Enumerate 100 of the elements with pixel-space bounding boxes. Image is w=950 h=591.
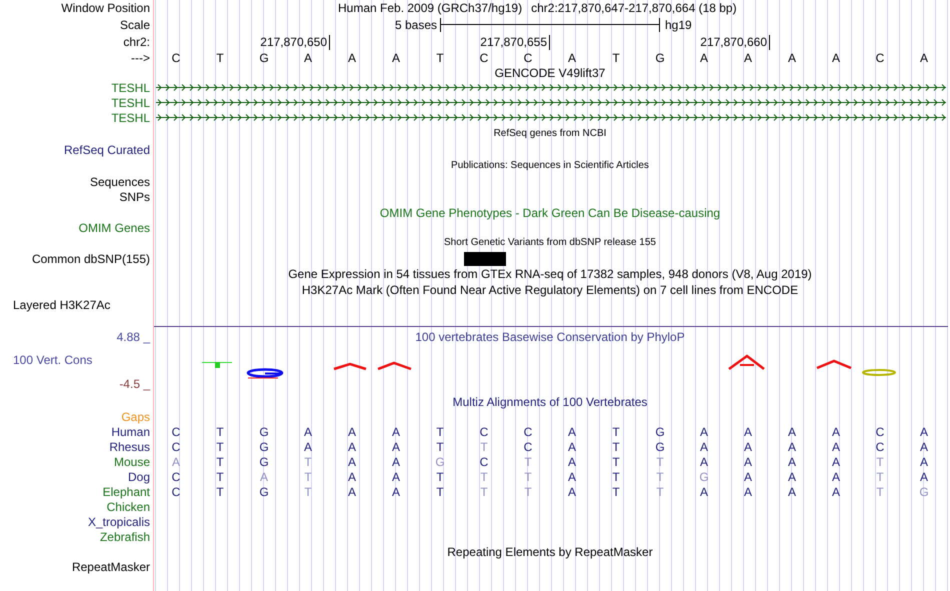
base-letter: T: [303, 484, 313, 498]
track-label: Zebrafish: [100, 530, 150, 544]
base-letter: G: [258, 454, 270, 468]
row-label: --->: [131, 50, 150, 64]
base-letter: A: [346, 440, 357, 454]
base-letter: A: [742, 440, 753, 454]
track-label: TESHL: [111, 110, 150, 124]
base-letter: A: [830, 440, 841, 454]
base-letter: C: [170, 470, 182, 484]
track-label: RefSeq Curated: [64, 142, 150, 156]
base-letter: A: [918, 424, 929, 438]
base-letter: A: [918, 470, 929, 484]
base-letter: A: [258, 470, 269, 484]
base-letter: C: [478, 454, 490, 468]
base-letter: A: [566, 454, 577, 468]
ruler-tick: 217,870,655: [480, 35, 550, 50]
track-title: Gene Expression in 54 tissues from GTEx RNA-seq of 17382 samples, 948 donors (V8, Aug 2019): [287, 267, 813, 281]
base-letter: A: [830, 424, 841, 438]
base-letter: A: [302, 424, 313, 438]
track-label: Common dbSNP(155): [32, 252, 150, 266]
row-label: Scale: [120, 18, 150, 32]
base-letter: G: [258, 484, 270, 498]
base-letter: T: [523, 470, 533, 484]
base-letter: T: [523, 484, 533, 498]
base-letter: A: [390, 424, 401, 438]
track-label: OMIM Genes: [78, 221, 150, 235]
base-letter: C: [874, 424, 886, 438]
track-title: 100 vertebrates Basewise Conservation by PhyloP: [414, 329, 686, 346]
variant-feature[interactable]: [464, 252, 506, 266]
base-letter: A: [786, 440, 797, 454]
base-letter: A: [170, 454, 181, 468]
base-letter: A: [302, 440, 313, 454]
base-letter: A: [346, 454, 357, 468]
base-letter: T: [435, 440, 445, 454]
base-letter: T: [303, 454, 313, 468]
track-label: Sequences: [90, 174, 150, 188]
track-label: Layered H3K27Ac: [13, 298, 110, 312]
base-letter: A: [830, 484, 841, 498]
base-letter: C: [478, 50, 490, 64]
track-label: Rhesus: [109, 440, 150, 454]
base-letter: A: [786, 50, 797, 64]
base-letter: A: [346, 484, 357, 498]
track-label: Chicken: [106, 500, 150, 514]
base-letter: A: [390, 470, 401, 484]
position-range: chr2:217,870,647-217,870,664 (18 bp): [531, 1, 737, 15]
base-letter: A: [742, 484, 753, 498]
track-title: Multiz Alignments of 100 Vertebrates: [452, 395, 648, 409]
base-letter: A: [390, 440, 401, 454]
base-letter: G: [258, 440, 270, 454]
base-letter: C: [170, 484, 182, 498]
track-label: Human: [111, 424, 150, 438]
base-letter: T: [875, 454, 885, 468]
base-letter: T: [479, 470, 489, 484]
base-letter: T: [611, 424, 621, 438]
base-letter: T: [435, 424, 445, 438]
base-letter: C: [170, 440, 182, 454]
base-letter: A: [346, 424, 357, 438]
base-letter: T: [215, 484, 225, 498]
base-letter: T: [479, 440, 489, 454]
base-letter: A: [742, 424, 753, 438]
base-letter: T: [611, 454, 621, 468]
base-letter: T: [611, 484, 621, 498]
base-letter: C: [170, 50, 182, 64]
track-title: GENCODE V49lift37: [494, 66, 606, 80]
base-letter: A: [786, 470, 797, 484]
base-letter: T: [435, 484, 445, 498]
base-letter: A: [302, 50, 313, 64]
track-label: Mouse: [114, 454, 150, 468]
base-letter: A: [786, 454, 797, 468]
track-title: H3K27Ac Mark (Often Found Near Active Regulatory Elements) on 7 cell lines from ENCODE: [300, 283, 800, 297]
base-letter: G: [258, 50, 270, 64]
track-title: Short Genetic Variants from dbSNP release 155: [443, 236, 657, 250]
row-label: Window Position: [61, 1, 150, 15]
base-letter: A: [566, 440, 577, 454]
base-letter: A: [566, 50, 577, 64]
base-letter: A: [830, 470, 841, 484]
track-label: TESHL: [111, 96, 150, 110]
base-letter: T: [479, 484, 489, 498]
base-letter: T: [215, 440, 225, 454]
track-label: X_tropicalis: [88, 514, 150, 528]
base-letter: T: [215, 50, 225, 64]
base-letter: A: [786, 484, 797, 498]
track-label: Gaps: [121, 410, 150, 424]
track-label: 100 Vert. Cons: [12, 352, 94, 369]
axis-label: 4.88 _: [116, 329, 152, 346]
base-letter: A: [698, 454, 709, 468]
track-title: Publications: Sequences in Scientific Articles: [450, 158, 650, 172]
base-letter: A: [830, 454, 841, 468]
axis-label: -4.5 _: [118, 376, 152, 393]
base-letter: C: [478, 424, 490, 438]
track-label: RepeatMasker: [72, 560, 150, 574]
base-letter: A: [346, 50, 357, 64]
base-letter: A: [390, 50, 401, 64]
base-letter: T: [875, 484, 885, 498]
track-title: Repeating Elements by RepeatMasker: [446, 545, 654, 559]
base-letter: A: [698, 484, 709, 498]
base-letter: T: [215, 470, 225, 484]
base-letter: A: [742, 50, 753, 64]
base-letter: T: [611, 470, 621, 484]
track-label: TESHL: [111, 80, 150, 94]
